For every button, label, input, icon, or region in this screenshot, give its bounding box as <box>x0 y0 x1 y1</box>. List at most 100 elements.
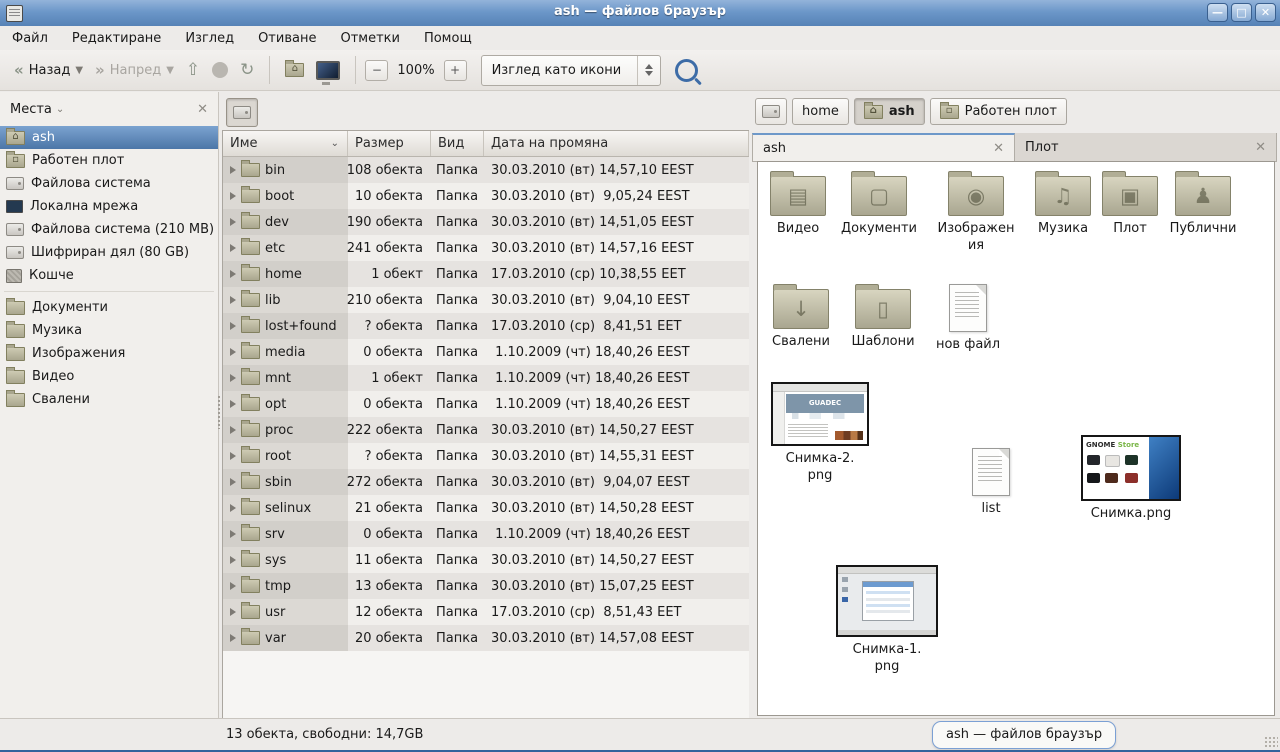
expander-icon[interactable] <box>230 166 236 174</box>
table-row[interactable]: root? обектаПапка30.03.2010 (вт) 14,55,3… <box>223 443 749 469</box>
expander-icon[interactable] <box>230 348 236 356</box>
sidebar-item-encrypted-80gb[interactable]: Шифриран дял (80 GB) <box>0 241 218 264</box>
expander-icon[interactable] <box>230 634 236 642</box>
stop-button[interactable] <box>206 58 234 82</box>
file-item-snimka[interactable]: GNOME Store Снимка.png <box>1083 435 1179 523</box>
table-row[interactable]: tmp13 обектаПапка30.03.2010 (вт) 15,07,2… <box>223 573 749 599</box>
file-item-new-file[interactable]: нов файл <box>920 284 1016 354</box>
table-row[interactable]: lib210 обектаПапка30.03.2010 (вт) 9,04,1… <box>223 287 749 313</box>
table-row[interactable]: proc222 обектаПапка30.03.2010 (вт) 14,50… <box>223 417 749 443</box>
table-row[interactable]: usr12 обектаПапка17.03.2010 (ср) 8,51,43… <box>223 599 749 625</box>
table-row[interactable]: var20 обектаПапка30.03.2010 (вт) 14,57,0… <box>223 625 749 651</box>
sidebar-item-pictures[interactable]: Изображения <box>0 342 218 365</box>
path-root-button[interactable] <box>755 98 787 125</box>
sidebar-item-videos[interactable]: Видео <box>0 365 218 388</box>
zoom-out-button[interactable]: − <box>365 60 388 81</box>
expander-icon[interactable] <box>230 400 236 408</box>
table-row[interactable]: dev190 обектаПапка30.03.2010 (вт) 14,51,… <box>223 209 749 235</box>
maximize-button[interactable]: □ <box>1231 3 1252 22</box>
table-row[interactable]: lost+found? обектаПапка17.03.2010 (ср) 8… <box>223 313 749 339</box>
sidebar-item-filesystem[interactable]: Файлова система <box>0 172 218 195</box>
expander-icon[interactable] <box>230 270 236 278</box>
expander-icon[interactable] <box>230 192 236 200</box>
path-current-button[interactable]: ⌂ ash <box>854 98 925 125</box>
forward-button[interactable]: » Напред ▼ <box>89 57 180 83</box>
folder-item-pictures[interactable]: ◉ Изображен ия <box>928 176 1024 255</box>
folder-item-documents[interactable]: ▢ Документи <box>831 176 927 238</box>
table-row[interactable]: sys11 обектаПапка30.03.2010 (вт) 14,50,2… <box>223 547 749 573</box>
column-header-size[interactable]: Размер <box>348 131 431 156</box>
computer-button[interactable] <box>310 57 346 84</box>
sidebar-item-music[interactable]: Музика <box>0 319 218 342</box>
close-button[interactable]: ✕ <box>1255 3 1276 22</box>
up-button[interactable]: ⇧ <box>180 56 206 84</box>
expander-icon[interactable] <box>230 608 236 616</box>
minimize-button[interactable]: — <box>1207 3 1228 22</box>
reload-button[interactable]: ↻ <box>234 56 260 84</box>
menu-go[interactable]: Отиване <box>256 29 318 48</box>
file-item-snimka1[interactable]: Снимка-1. png <box>839 565 935 676</box>
tab-close-icon[interactable]: ✕ <box>1255 140 1266 155</box>
menu-view[interactable]: Изглед <box>183 29 236 48</box>
table-row[interactable]: mnt1 обектПапка 1.10.2009 (чт) 18,40,26 … <box>223 365 749 391</box>
column-header-date[interactable]: Дата на промяна <box>484 131 749 156</box>
expander-icon[interactable] <box>230 582 236 590</box>
expander-icon[interactable] <box>230 530 236 538</box>
view-mode-select[interactable]: Изглед като икони <box>481 55 662 86</box>
search-icon[interactable] <box>675 59 698 82</box>
column-header-kind[interactable]: Вид <box>431 131 484 156</box>
table-row[interactable]: boot10 обектаПапка30.03.2010 (вт) 9,05,2… <box>223 183 749 209</box>
menu-file[interactable]: Файл <box>10 29 50 48</box>
root-path-button[interactable] <box>226 98 258 127</box>
sidebar-item-desktop[interactable]: ▫ Работен плот <box>0 149 218 172</box>
expander-icon[interactable] <box>230 452 236 460</box>
sidebar-chevron-icon[interactable]: ⌄ <box>56 104 64 115</box>
forward-dropdown-icon[interactable]: ▼ <box>166 65 174 76</box>
expander-icon[interactable] <box>230 296 236 304</box>
tab-ash[interactable]: ash ✕ <box>752 133 1015 161</box>
expander-icon[interactable] <box>230 478 236 486</box>
folder-item-public[interactable]: ♟ Публични <box>1155 176 1251 238</box>
folder-item-templates[interactable]: ▯ Шаблони <box>835 289 931 351</box>
expander-icon[interactable] <box>230 322 236 330</box>
menu-edit[interactable]: Редактиране <box>70 29 163 48</box>
table-row[interactable]: sbin272 обектаПапка30.03.2010 (вт) 9,04,… <box>223 469 749 495</box>
sidebar-item-network[interactable]: Локална мрежа <box>0 195 218 218</box>
back-dropdown-icon[interactable]: ▼ <box>75 65 83 76</box>
expander-icon[interactable] <box>230 218 236 226</box>
sidebar-item-documents[interactable]: Документи <box>0 296 218 319</box>
tab-close-icon[interactable]: ✕ <box>993 141 1004 156</box>
table-row[interactable]: media0 обектаПапка 1.10.2009 (чт) 18,40,… <box>223 339 749 365</box>
menu-help[interactable]: Помощ <box>422 29 474 48</box>
expander-icon[interactable] <box>230 374 236 382</box>
sidebar-item-home[interactable]: ⌂ ash <box>0 126 218 149</box>
table-row[interactable]: srv0 обектаПапка 1.10.2009 (чт) 18,40,26… <box>223 521 749 547</box>
expander-icon[interactable] <box>230 504 236 512</box>
table-row[interactable]: opt0 обектаПапка 1.10.2009 (чт) 18,40,26… <box>223 391 749 417</box>
icon-view[interactable]: ▤ Видео ▢ Документи ◉ Изображен ия ♫ Муз… <box>757 161 1275 716</box>
expander-icon[interactable] <box>230 556 236 564</box>
table-row[interactable]: selinux21 обектаПапка30.03.2010 (вт) 14,… <box>223 495 749 521</box>
path-home-button[interactable]: home <box>792 98 849 125</box>
back-button[interactable]: « Назад ▼ <box>8 57 89 83</box>
file-item-list[interactable]: list <box>943 448 1039 518</box>
column-header-name[interactable]: Име ⌄ <box>223 131 348 156</box>
table-row[interactable]: bin108 обектаПапка30.03.2010 (вт) 14,57,… <box>223 157 749 183</box>
sidebar-close-icon[interactable]: ✕ <box>197 102 208 117</box>
pane-splitter[interactable] <box>217 395 221 429</box>
expander-icon[interactable] <box>230 244 236 252</box>
file-item-snimka2[interactable]: GUADEC Снимка-2. png <box>772 382 868 485</box>
zoom-in-button[interactable]: + <box>444 60 467 81</box>
tab-plot[interactable]: Плот ✕ <box>1015 133 1277 161</box>
table-row[interactable]: etc241 обектаПапка30.03.2010 (вт) 14,57,… <box>223 235 749 261</box>
path-desktop-button[interactable]: ▫ Работен плот <box>930 98 1067 125</box>
sidebar-item-downloads[interactable]: Свалени <box>0 388 218 411</box>
sidebar-title[interactable]: Места <box>10 102 52 117</box>
sidebar-item-filesystem-210mb[interactable]: Файлова система (210 MB) <box>0 218 218 241</box>
resize-grip[interactable] <box>1264 736 1278 749</box>
table-row[interactable]: home1 обектПапка17.03.2010 (ср) 10,38,55… <box>223 261 749 287</box>
home-button[interactable]: ⌂ <box>279 59 310 81</box>
sidebar-item-trash[interactable]: Кошче <box>0 264 218 287</box>
menu-bookmarks[interactable]: Отметки <box>338 29 401 48</box>
expander-icon[interactable] <box>230 426 236 434</box>
